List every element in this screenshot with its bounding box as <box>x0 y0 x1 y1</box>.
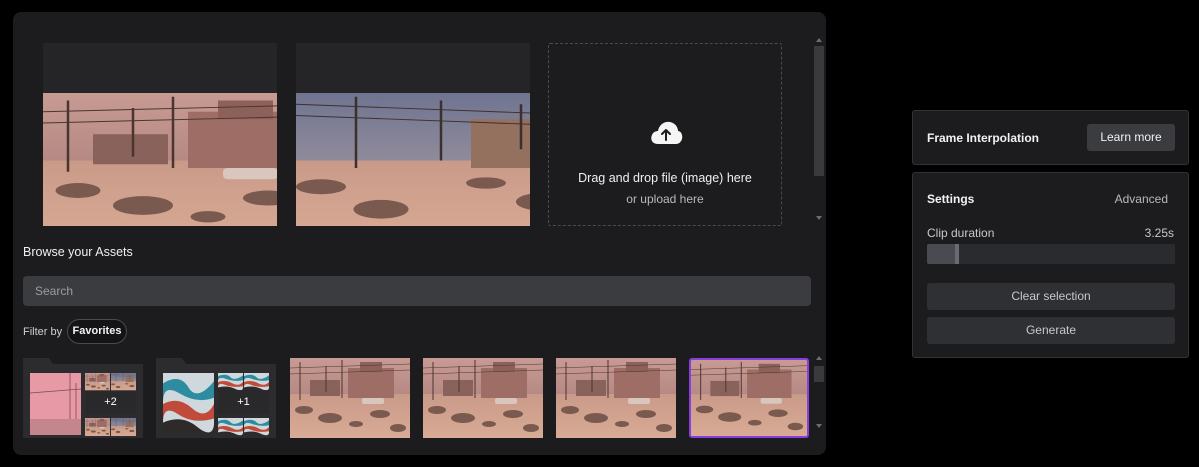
assets-scrollbar[interactable] <box>813 352 825 432</box>
start-frame-slot[interactable] <box>43 43 277 226</box>
end-frame-slot[interactable] <box>296 43 530 226</box>
clip-duration-label: Clip duration <box>927 226 995 240</box>
learn-more-button[interactable]: Learn more <box>1087 124 1175 151</box>
folder-mini-image <box>111 373 136 391</box>
asset-thumbnail-image <box>556 358 676 438</box>
cloud-upload-icon <box>651 121 683 144</box>
settings-title: Settings <box>927 192 975 206</box>
asset-folder[interactable]: +2 <box>23 358 143 438</box>
assets-scrollbar-thumb[interactable] <box>814 366 824 382</box>
asset-thumbnail[interactable] <box>556 358 676 438</box>
upload-title: Drag and drop file (image) here <box>578 171 752 185</box>
assets-search-input[interactable] <box>23 276 811 306</box>
asset-thumbnail-image <box>290 358 410 438</box>
frame-interpolation-title: Frame Interpolation <box>927 131 1040 145</box>
frames-scrollbar-thumb[interactable] <box>814 46 824 176</box>
folder-more-count: +1 <box>218 390 269 414</box>
main-panel: Drag and drop file (image) here or uploa… <box>13 12 826 455</box>
folder-preview-image <box>30 373 81 435</box>
asset-thumbnail-image <box>423 358 543 438</box>
scroll-up-arrow-icon[interactable] <box>816 356 822 360</box>
settings-card: Settings Advanced Clip duration 3.25s Cl… <box>912 172 1189 358</box>
scroll-down-arrow-icon[interactable] <box>816 216 822 220</box>
scroll-down-arrow-icon[interactable] <box>816 424 822 428</box>
advanced-link[interactable]: Advanced <box>1115 192 1168 206</box>
generate-button[interactable]: Generate <box>927 317 1175 344</box>
filter-label: Filter by <box>23 326 63 338</box>
clear-selection-button[interactable]: Clear selection <box>927 283 1175 310</box>
end-frame-image <box>296 93 530 226</box>
folder-mini-image <box>85 418 110 436</box>
clip-duration-slider-handle[interactable] <box>955 244 959 264</box>
clip-duration-slider[interactable] <box>927 244 1175 264</box>
folder-preview-image <box>163 373 214 435</box>
folder-mini-image <box>244 373 269 391</box>
frame-interpolation-card: Frame Interpolation Learn more <box>912 110 1189 165</box>
scroll-up-arrow-icon[interactable] <box>816 38 822 42</box>
upload-dropzone[interactable]: Drag and drop file (image) here or uploa… <box>548 43 782 226</box>
folder-mini-image <box>85 373 110 391</box>
folder-more-count: +2 <box>85 390 136 414</box>
frames-scrollbar[interactable] <box>813 36 825 226</box>
upload-link[interactable]: or upload here <box>549 192 781 206</box>
clip-duration-value: 3.25s <box>1144 226 1174 240</box>
asset-thumbnail[interactable] <box>423 358 543 438</box>
folder-mini-image <box>218 418 243 436</box>
folder-mini-image <box>111 418 136 436</box>
assets-title: Browse your Assets <box>23 245 133 259</box>
start-frame-image <box>43 93 277 226</box>
folder-mini-image <box>218 373 243 391</box>
asset-thumbnail[interactable] <box>290 358 410 438</box>
asset-thumbnail-selected[interactable] <box>689 358 809 438</box>
folder-mini-image <box>244 418 269 436</box>
asset-thumbnail-image <box>691 360 807 436</box>
asset-folder[interactable]: +1 <box>156 358 276 438</box>
favorites-filter-chip[interactable]: Favorites <box>67 319 127 344</box>
